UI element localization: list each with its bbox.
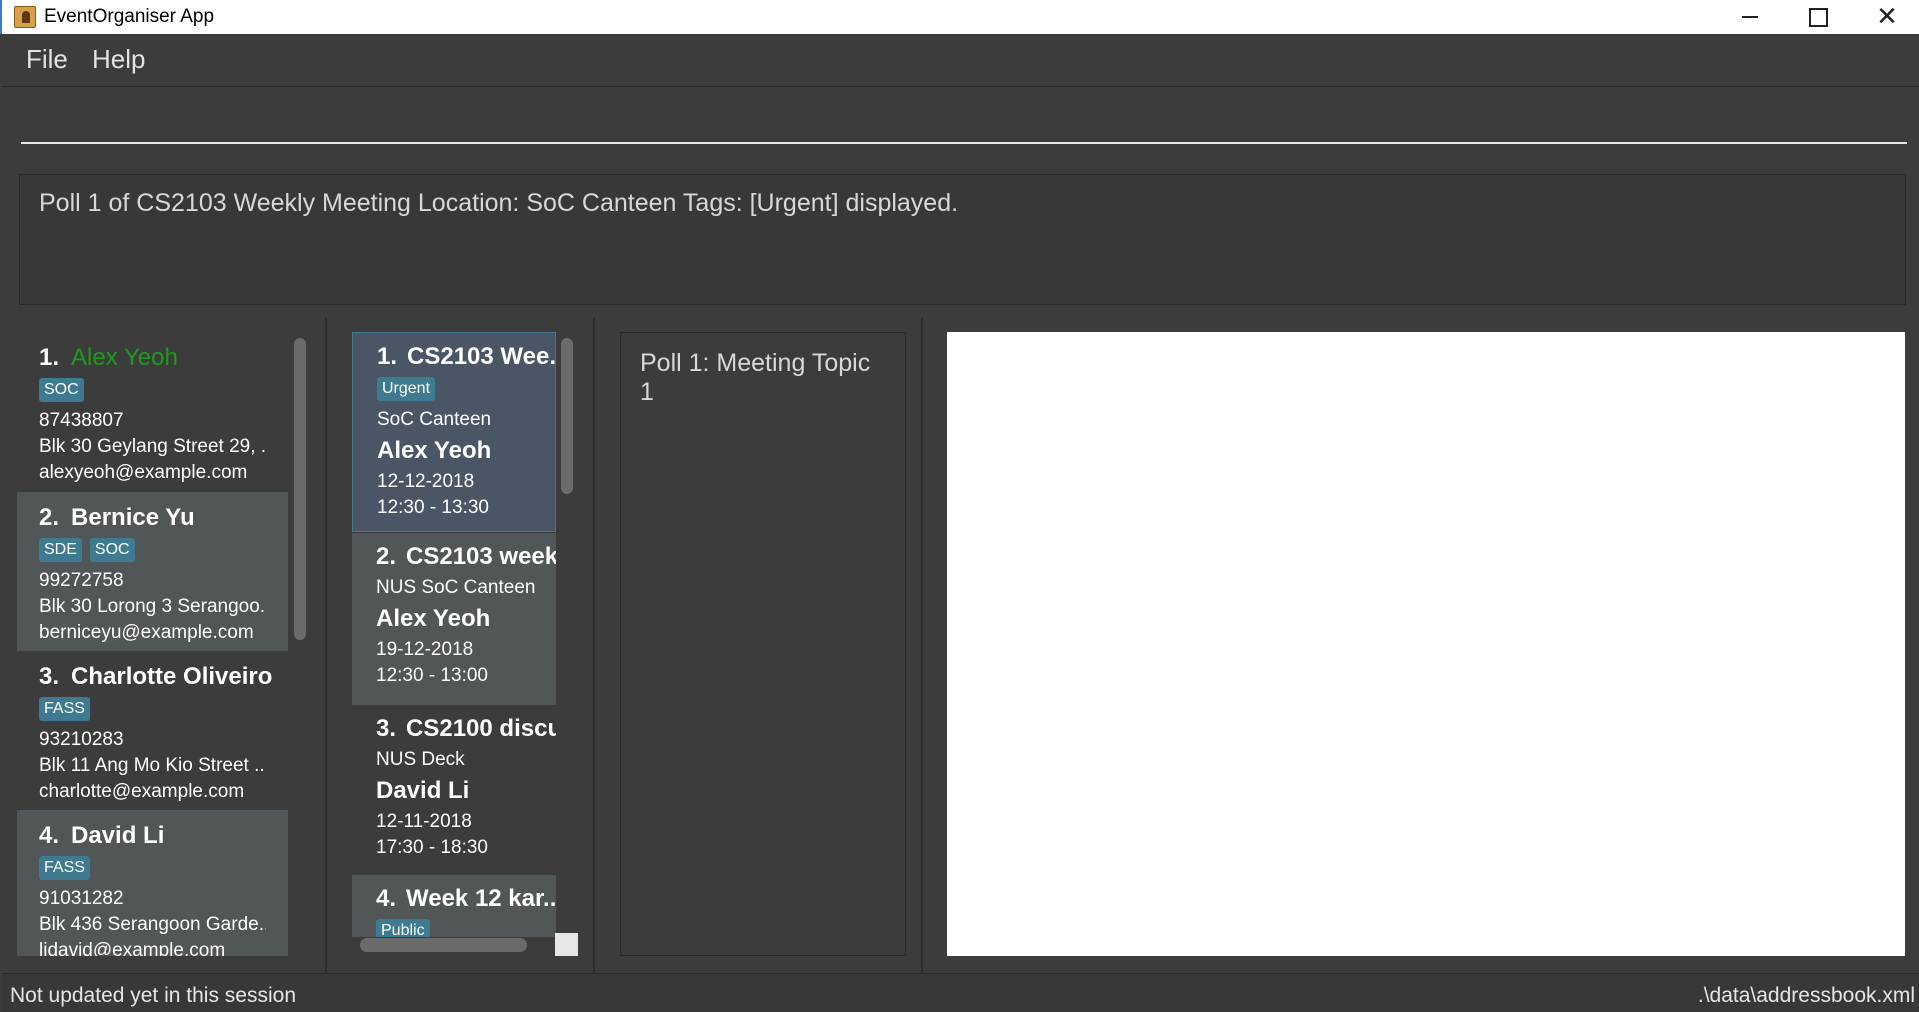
event-index: 4. [376,885,397,912]
person-tag: FASS [39,697,90,721]
app-icon [14,6,36,28]
person-list[interactable]: 1. Alex Yeoh SOC 87438807 Blk 30 Geylang … [17,332,290,956]
event-list[interactable]: 1. CS2103 Wee... Urgent SoC Canteen Alex … [352,332,556,937]
event-list-hscroll-thumb[interactable] [360,938,527,952]
person-phone: 87438807 [39,410,124,431]
event-title: CS2103 week... [406,543,556,570]
pane-divider[interactable] [921,318,923,973]
person-tag: SOC [39,378,84,402]
person-name: Charlotte Oliveiro [71,663,273,690]
title-bar: EventOrganiser App ✕ [0,0,1919,34]
event-index: 2. [376,543,397,570]
event-card[interactable]: 2. CS2103 week... NUS SoC Canteen Alex Ye… [352,533,556,705]
person-name: Alex Yeoh [71,344,178,371]
event-time: 17:30 - 18:30 [376,837,488,858]
event-title: CS2100 discu... [406,715,556,742]
event-card[interactable]: 1. CS2103 Wee... Urgent SoC Canteen Alex … [352,332,556,532]
scroll-corner [555,933,578,956]
pane-divider[interactable] [593,318,595,973]
person-email: alexyeoh@example.com [39,462,248,483]
result-text: Poll 1 of CS2103 Weekly Meeting Location… [39,189,959,217]
person-tag: SDE [39,538,82,562]
close-icon[interactable]: ✕ [1853,0,1919,34]
event-index: 1. [377,343,398,370]
save-location: .\data\addressbook.xml [1697,984,1915,1007]
person-email: berniceyu@example.com [39,622,254,643]
person-card[interactable]: 4. David Li FASS 91031282 Blk 436 Serango… [17,810,288,956]
person-address: Blk 30 Lorong 3 Serangoo... [39,596,266,617]
event-list-scrollbar[interactable] [556,332,578,932]
person-name: Bernice Yu [71,504,195,531]
window-title: EventOrganiser App [44,6,215,27]
person-phone: 99272758 [39,570,124,591]
maximize-icon[interactable] [1784,0,1852,34]
event-location: NUS Deck [376,749,465,770]
person-index: 4. [39,822,60,849]
status-bar: Not updated yet in this session .\data\a… [2,973,1919,1012]
event-card[interactable]: 3. CS2100 discu... NUS Deck David Li 12-1… [352,705,556,875]
event-date: 12-11-2018 [376,811,472,832]
menu-help[interactable]: Help [92,44,145,75]
event-date: 19-12-2018 [376,639,474,660]
result-display: Poll 1 of CS2103 Weekly Meeting Location… [19,174,1906,305]
menu-file[interactable]: File [26,44,68,75]
pane-divider[interactable] [325,318,327,973]
person-address: Blk 436 Serangoon Garde... [39,914,266,935]
poll-panel: Poll 1: Meeting Topic 1 [620,332,906,956]
person-phone: 93210283 [39,729,124,750]
person-index: 1. [39,344,60,371]
event-organiser: Alex Yeoh [376,605,491,632]
person-tag: FASS [39,856,90,880]
event-index: 3. [376,715,397,742]
menu-bar: File Help [2,34,1919,87]
event-list-scroll-thumb[interactable] [561,338,573,494]
event-time: 12:30 - 13:30 [377,497,489,518]
person-name: David Li [71,822,165,849]
event-time: 12:30 - 13:00 [376,665,488,686]
event-card[interactable]: 4. Week 12 kar... Public [352,875,556,937]
person-list-scroll-thumb[interactable] [294,338,306,640]
person-tag: SOC [89,538,135,562]
event-organiser: Alex Yeoh [377,437,492,464]
event-date: 12-12-2018 [377,471,475,492]
minimize-icon[interactable] [1716,0,1784,34]
sync-status: Not updated yet in this session [10,984,297,1007]
person-card[interactable]: 3. Charlotte Oliveiro FASS 93210283 Blk 1… [17,651,288,810]
person-index: 3. [39,663,60,690]
event-title: Week 12 kar... [406,885,556,912]
person-list-scrollbar[interactable] [290,332,310,956]
command-box [2,88,1919,164]
person-address: Blk 11 Ang Mo Kio Street ... [39,755,266,776]
person-email: lidavid@example.com [39,940,226,956]
browser-panel[interactable] [947,332,1905,956]
person-index: 2. [39,504,60,531]
event-tag: Urgent [377,377,436,401]
person-address: Blk 30 Geylang Street 29, ... [39,436,266,457]
person-card[interactable]: 1. Alex Yeoh SOC 87438807 Blk 30 Geylang … [17,332,288,491]
event-organiser: David Li [376,777,470,804]
command-input[interactable] [21,98,1907,144]
person-email: charlotte@example.com [39,781,245,802]
person-card[interactable]: 2. Bernice Yu SDE SOC 99272758 Blk 30 Loro… [17,492,288,651]
event-location: NUS SoC Canteen [376,577,536,598]
person-phone: 91031282 [39,888,124,909]
event-location: SoC Canteen [377,409,492,430]
poll-title: Poll 1: Meeting Topic 1 [640,349,871,406]
event-title: CS2103 Wee... [407,343,556,370]
event-tag: Public [376,919,430,937]
